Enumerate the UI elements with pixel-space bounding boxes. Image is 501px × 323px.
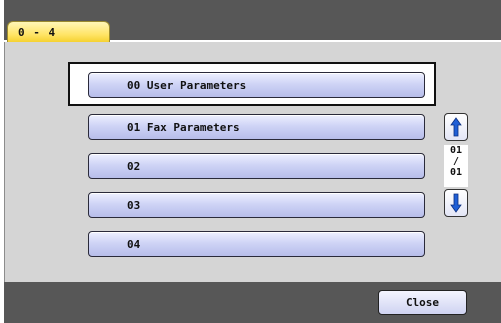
menu-item-02[interactable]: 02 [88, 153, 425, 179]
menu-item-00-user-parameters[interactable]: 00 User Parameters [88, 72, 425, 98]
page-current: 01 [449, 145, 463, 156]
arrow-up-icon [450, 117, 462, 137]
page-indicator: 01 / 01 [444, 145, 468, 187]
arrow-down-icon [450, 193, 462, 213]
page-total: 01 [449, 167, 463, 178]
menu-item-03[interactable]: 03 [88, 192, 425, 218]
page-separator: / [452, 156, 460, 167]
close-button[interactable]: Close [378, 290, 467, 315]
menu-item-01-fax-parameters[interactable]: 01 Fax Parameters [88, 114, 425, 140]
menu-item-04[interactable]: 04 [88, 231, 425, 257]
scroll-up-button[interactable] [444, 113, 468, 141]
tab-0-4[interactable]: 0 - 4 [7, 21, 110, 43]
scroll-down-button[interactable] [444, 189, 468, 217]
